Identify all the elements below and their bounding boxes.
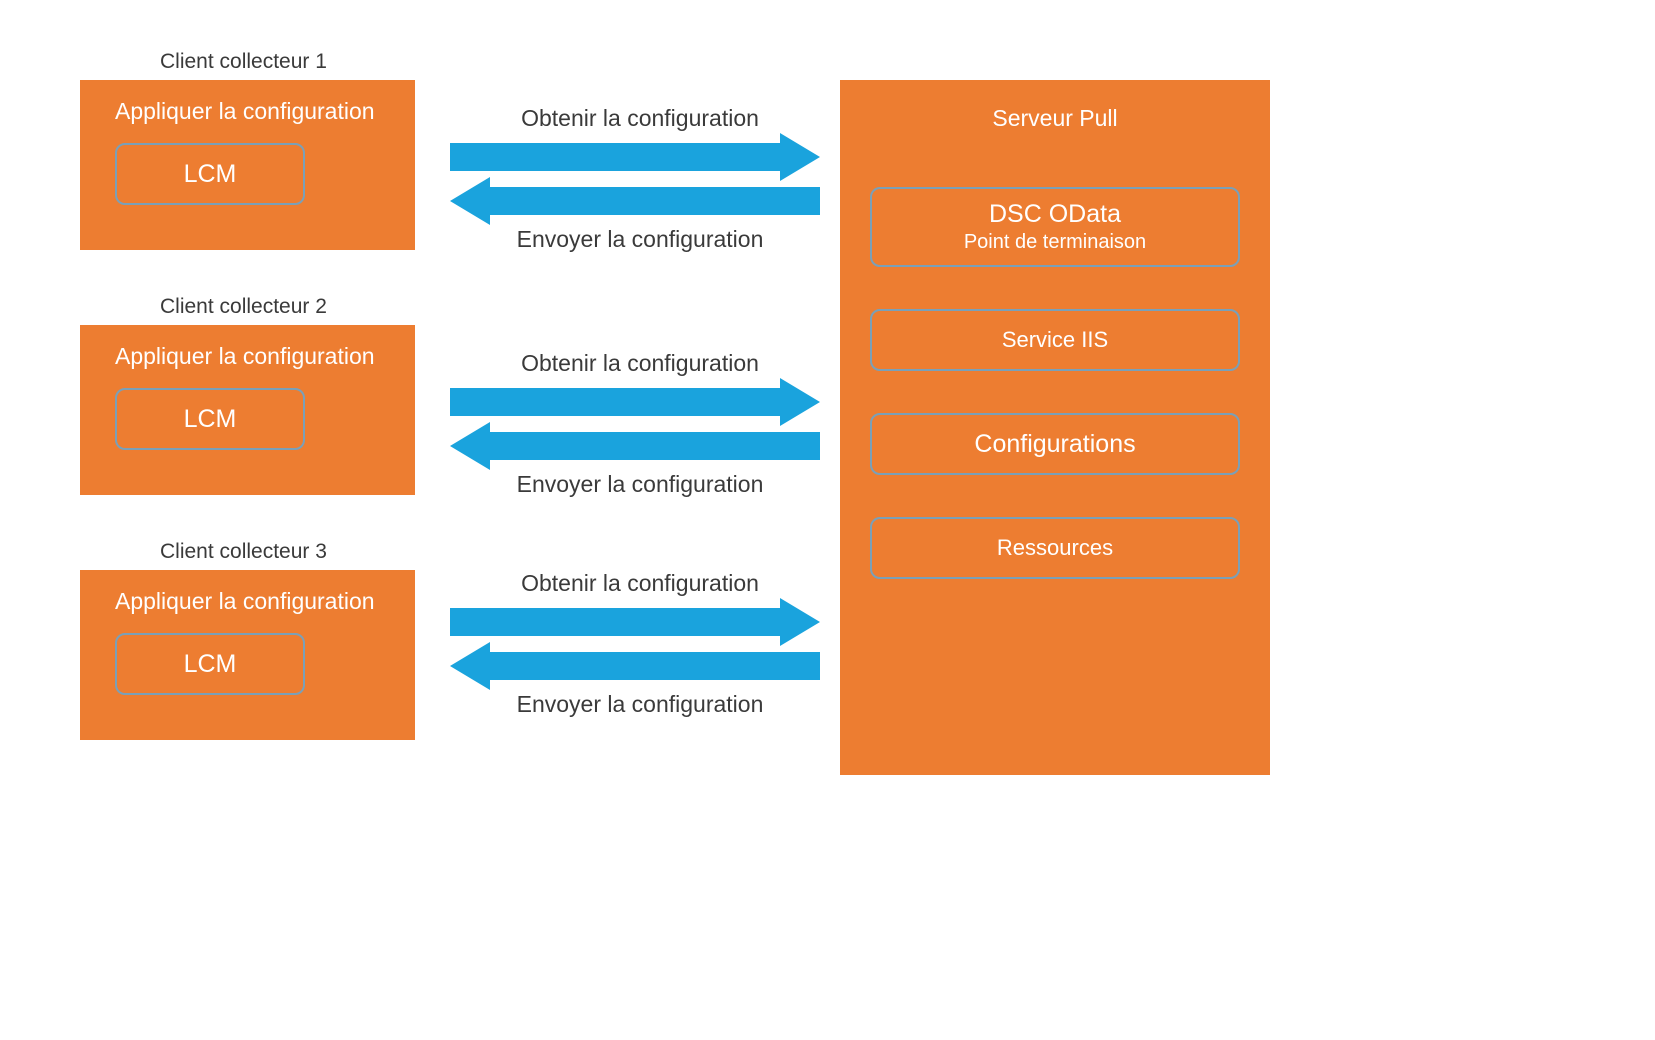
server-configurations: Configurations	[870, 413, 1240, 475]
dsc-pull-diagram: Client collecteur 1 Appliquer la configu…	[80, 40, 1480, 840]
client3-box: Appliquer la configuration LCM	[80, 570, 415, 740]
get-config-label-1: Obtenir la configuration	[490, 105, 790, 132]
get-config-label-3: Obtenir la configuration	[490, 570, 790, 597]
arrows-client1: Obtenir la configuration Envoyer la conf…	[440, 105, 840, 253]
server-configurations-text: Configurations	[974, 430, 1135, 459]
arrow-left-1	[440, 182, 840, 220]
client1-label: Client collecteur 1	[160, 50, 327, 74]
arrows-client3: Obtenir la configuration Envoyer la conf…	[440, 570, 840, 718]
client1-box: Appliquer la configuration LCM	[80, 80, 415, 250]
client3-lcm: LCM	[115, 633, 305, 695]
arrow-left-2	[440, 427, 840, 465]
server-odata-line2: Point de terminaison	[964, 231, 1146, 254]
send-config-label-3: Envoyer la configuration	[490, 691, 790, 718]
client2-label: Client collecteur 2	[160, 295, 327, 319]
client3-apply: Appliquer la configuration	[115, 588, 393, 615]
arrow-right-2	[440, 383, 840, 421]
server-odata-endpoint: DSC OData Point de terminaison	[870, 187, 1240, 267]
client1-lcm: LCM	[115, 143, 305, 205]
client2-box: Appliquer la configuration LCM	[80, 325, 415, 495]
server-iis: Service IIS	[870, 309, 1240, 371]
client3-label: Client collecteur 3	[160, 540, 327, 564]
arrow-right-3	[440, 603, 840, 641]
arrow-left-3	[440, 647, 840, 685]
server-odata-line1: DSC OData	[989, 200, 1121, 229]
client2-lcm: LCM	[115, 388, 305, 450]
pull-server-box: Serveur Pull DSC OData Point de terminai…	[840, 80, 1270, 775]
arrows-client2: Obtenir la configuration Envoyer la conf…	[440, 350, 840, 498]
client1-apply: Appliquer la configuration	[115, 98, 393, 125]
server-title: Serveur Pull	[870, 105, 1240, 132]
get-config-label-2: Obtenir la configuration	[490, 350, 790, 377]
arrow-right-1	[440, 138, 840, 176]
send-config-label-2: Envoyer la configuration	[490, 471, 790, 498]
server-resources: Ressources	[870, 517, 1240, 579]
send-config-label-1: Envoyer la configuration	[490, 226, 790, 253]
client2-apply: Appliquer la configuration	[115, 343, 393, 370]
